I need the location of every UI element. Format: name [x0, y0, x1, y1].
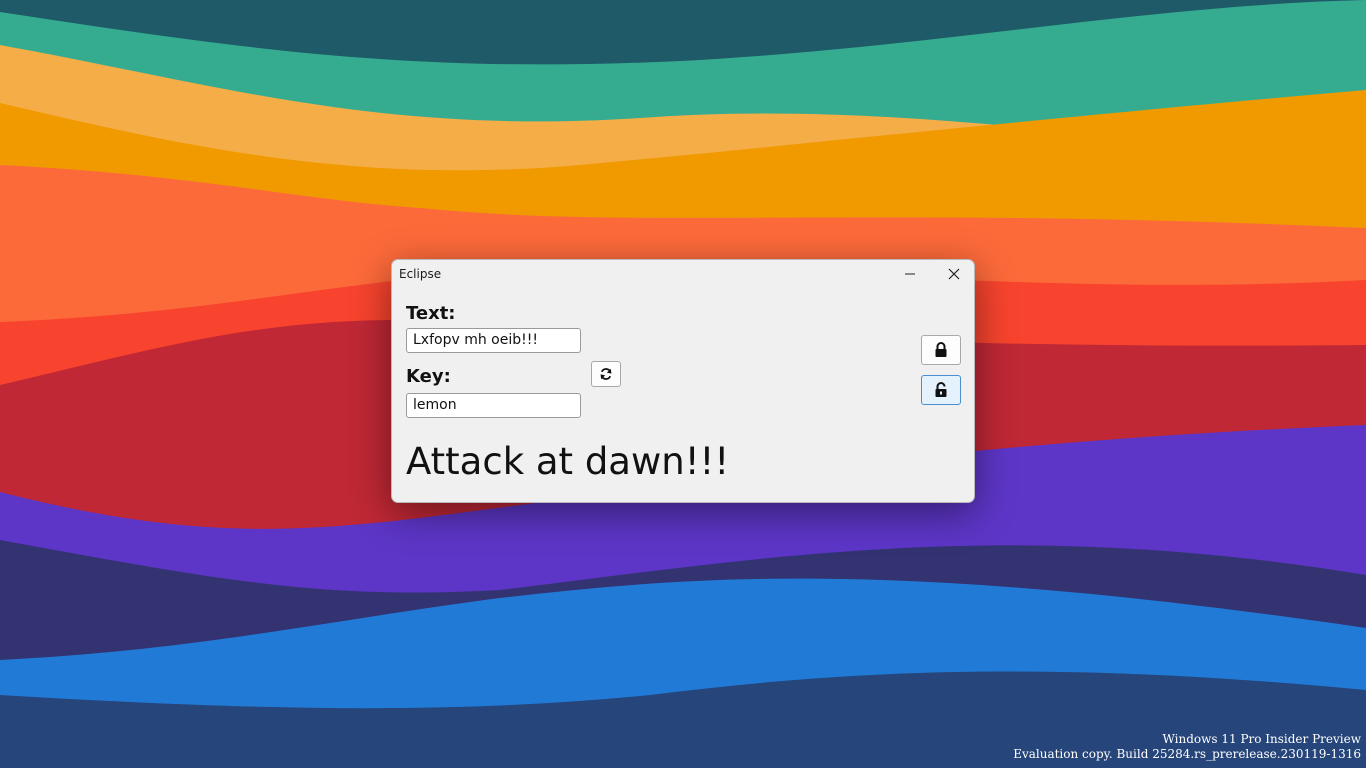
- close-button[interactable]: [932, 260, 976, 288]
- result-text: Attack at dawn!!!: [406, 440, 730, 483]
- minimize-button[interactable]: [888, 260, 932, 288]
- desktop: Eclipse Text: Lxfopv mh oeib!!! Key: lem…: [0, 0, 1366, 768]
- watermark-line-2: Evaluation copy. Build 25284.rs_prerelea…: [1013, 747, 1361, 761]
- text-label: Text:: [406, 303, 456, 324]
- window-title: Eclipse: [399, 267, 442, 281]
- decrypt-button[interactable]: [921, 375, 961, 405]
- refresh-icon: [600, 368, 612, 380]
- text-input[interactable]: Lxfopv mh oeib!!!: [406, 328, 581, 353]
- key-label: Key:: [406, 366, 451, 387]
- encrypt-button[interactable]: [921, 335, 961, 365]
- close-icon: [948, 268, 960, 280]
- eclipse-window: Eclipse Text: Lxfopv mh oeib!!! Key: lem…: [391, 259, 975, 503]
- watermark-line-1: Windows 11 Pro Insider Preview: [1162, 732, 1361, 746]
- minimize-icon: [905, 273, 915, 275]
- windows-watermark: Windows 11 Pro Insider Preview Evaluatio…: [1013, 732, 1361, 762]
- refresh-button[interactable]: [591, 361, 621, 387]
- lock-icon: [935, 342, 947, 357]
- unlock-icon: [935, 382, 947, 397]
- key-input[interactable]: lemon: [406, 393, 581, 418]
